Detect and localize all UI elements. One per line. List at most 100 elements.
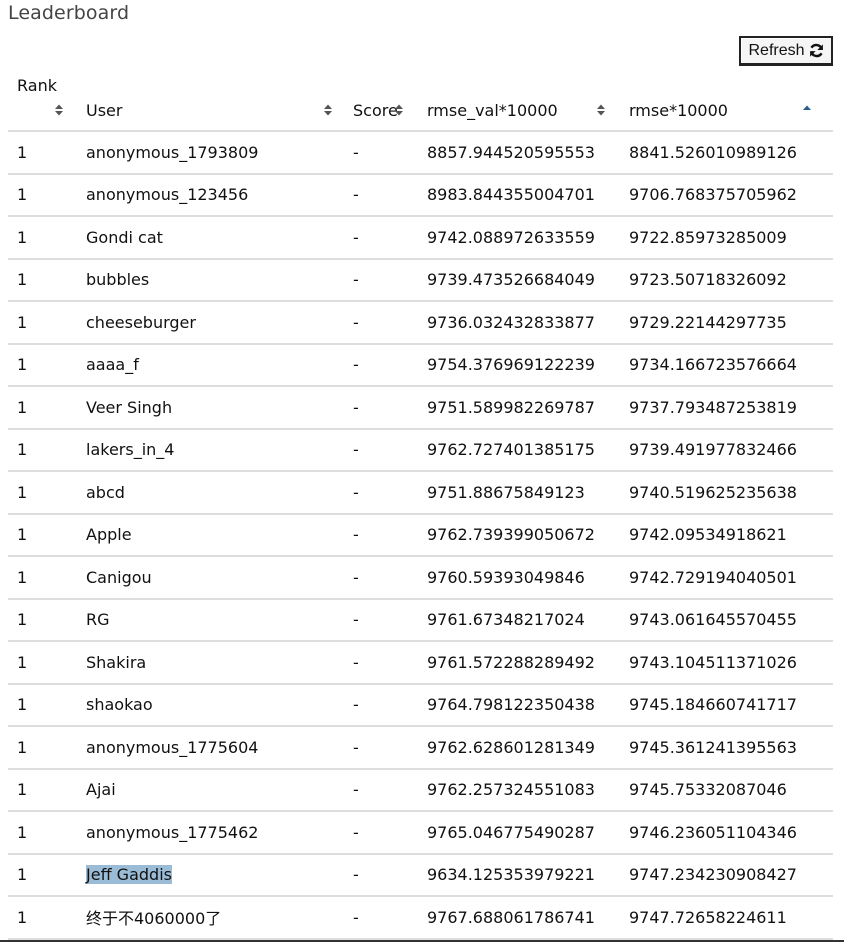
rmse-cell-text: 9742.729194040501 <box>629 567 797 587</box>
sort-unsorted-icon[interactable] <box>324 102 332 116</box>
table-row: 1 lakers_in_4 - 9762.727401385175 9739.49197… <box>8 428 833 472</box>
rmse-val-cell-text: 9742.088972633559 <box>427 227 595 247</box>
refresh-button-label: Refresh <box>748 41 805 59</box>
rmse-cell: 9729.22144297735 <box>621 301 833 345</box>
table-row: 1 anonymous_123456 - 8983.844355004701 9706.… <box>8 173 833 217</box>
score-cell: - <box>346 386 420 430</box>
score-cell-text: - <box>353 907 359 927</box>
table-row: 1 anonymous_1775462 - 9765.046775490287 9746… <box>8 811 833 855</box>
rmse-cell-text: 9742.09534918621 <box>629 525 787 545</box>
rmse-val-cell-text: 8857.944520595553 <box>427 142 595 162</box>
table-row: 1 bubbles - 9739.473526684049 9723.507183260… <box>8 258 833 302</box>
sort-unsorted-icon[interactable] <box>55 102 63 116</box>
rmse-cell-text: 9747.234230908427 <box>629 865 797 885</box>
rmse-val-cell-text: 9761.572288289492 <box>427 652 595 672</box>
table-row: 1 Jeff Gaddis - 9634.125353979221 9747.23423… <box>8 853 833 897</box>
user-cell: RG <box>78 598 346 642</box>
rmse-val-cell-text: 9634.125353979221 <box>427 865 595 885</box>
rmse-cell: 9747.234230908427 <box>621 853 833 897</box>
rmse-val-cell: 9762.628601281349 <box>420 726 621 770</box>
column-header-rank[interactable]: Rank <box>8 72 78 132</box>
rmse-cell: 9745.75332087046 <box>621 768 833 812</box>
column-header-rmse[interactable]: rmse*10000 <box>621 72 833 132</box>
rmse-cell-text: 9745.184660741717 <box>629 695 797 715</box>
table-row: 1 aaaa_f - 9754.376969122239 9734.1667235766… <box>8 343 833 387</box>
user-cell: Jeff Gaddis <box>78 853 346 897</box>
user-cell: abcd <box>78 471 346 515</box>
rank-cell: 1 <box>8 896 78 940</box>
score-cell: - <box>346 853 420 897</box>
rmse-cell: 9706.768375705962 <box>621 173 833 217</box>
user-cell: 终于不4060000了 <box>78 896 346 940</box>
column-header-rmse-val[interactable]: rmse_val*10000 <box>420 72 621 132</box>
column-header-user[interactable]: User <box>78 72 346 132</box>
rmse-cell-text: 9723.50718326092 <box>629 270 787 290</box>
rmse-val-cell: 9751.589982269787 <box>420 386 621 430</box>
rmse-cell: 9746.236051104346 <box>621 811 833 855</box>
user-cell: Gondi cat <box>78 216 346 260</box>
page-title: Leaderboard <box>8 2 130 24</box>
rank-cell: 1 <box>8 301 78 345</box>
rmse-cell-text: 9734.166723576664 <box>629 355 797 375</box>
rmse-val-cell-text: 9764.798122350438 <box>427 695 595 715</box>
user-cell-text: cheeseburger <box>86 312 196 332</box>
table-row: 1 Gondi cat - 9742.088972633559 9722.8597328… <box>8 216 833 260</box>
rmse-val-cell: 9765.046775490287 <box>420 811 621 855</box>
sort-unsorted-icon[interactable] <box>597 102 605 116</box>
rmse-val-cell: 9767.688061786741 <box>420 896 621 940</box>
score-cell: - <box>346 131 420 175</box>
score-cell: - <box>346 556 420 600</box>
leaderboard-page: Leaderboard Refresh Rank User Score rmse… <box>0 0 844 942</box>
rank-cell: 1 <box>8 386 78 430</box>
rmse-cell: 9734.166723576664 <box>621 343 833 387</box>
rank-cell: 1 <box>8 556 78 600</box>
rmse-cell-text: 9739.491977832466 <box>629 440 797 460</box>
rmse-cell-text: 9743.104511371026 <box>629 652 797 672</box>
column-header-score-label: Score <box>353 101 398 120</box>
rank-cell-text: 1 <box>17 737 28 757</box>
user-cell-text: abcd <box>86 482 125 502</box>
rmse-val-cell-text: 9736.032432833877 <box>427 312 595 332</box>
score-cell-text: - <box>353 780 359 800</box>
rmse-cell: 9742.729194040501 <box>621 556 833 600</box>
user-cell: anonymous_1775604 <box>78 726 346 770</box>
rank-cell: 1 <box>8 216 78 260</box>
rmse-val-cell: 9764.798122350438 <box>420 683 621 727</box>
rmse-val-cell-text: 9762.739399050672 <box>427 525 595 545</box>
user-cell: anonymous_1775462 <box>78 811 346 855</box>
rmse-val-cell: 9742.088972633559 <box>420 216 621 260</box>
rank-cell: 1 <box>8 598 78 642</box>
user-cell-text: 终于不4060000了 <box>86 909 222 929</box>
table-row: 1 anonymous_1775604 - 9762.628601281349 9745… <box>8 726 833 770</box>
rank-cell-text: 1 <box>17 185 28 205</box>
score-cell: - <box>346 683 420 727</box>
refresh-button[interactable]: Refresh <box>739 36 833 66</box>
sort-unsorted-icon[interactable] <box>395 102 403 116</box>
rank-cell-text: 1 <box>17 610 28 630</box>
column-header-score[interactable]: Score <box>346 72 420 132</box>
score-cell: - <box>346 428 420 472</box>
rank-cell: 1 <box>8 471 78 515</box>
sort-ascending-icon[interactable] <box>803 102 811 116</box>
rank-cell: 1 <box>8 811 78 855</box>
rmse-val-cell: 8857.944520595553 <box>420 131 621 175</box>
score-cell: - <box>346 726 420 770</box>
rank-cell: 1 <box>8 768 78 812</box>
rmse-val-cell-text: 9751.589982269787 <box>427 397 595 417</box>
score-cell-text: - <box>353 440 359 460</box>
user-cell-text: RG <box>86 610 110 630</box>
rmse-cell: 9742.09534918621 <box>621 513 833 557</box>
rank-cell-text: 1 <box>17 397 28 417</box>
rank-cell-text: 1 <box>17 695 28 715</box>
rmse-cell-text: 9745.361241395563 <box>629 737 797 757</box>
table-row: 1 Canigou - 9760.59393049846 9742.7291940405… <box>8 556 833 600</box>
user-cell: Shakira <box>78 641 346 685</box>
column-header-rank-label: Rank <box>17 76 57 95</box>
score-cell-text: - <box>353 397 359 417</box>
rank-cell-text: 1 <box>17 312 28 332</box>
rmse-val-cell: 9736.032432833877 <box>420 301 621 345</box>
rmse-val-cell: 9762.727401385175 <box>420 428 621 472</box>
rmse-cell: 9745.361241395563 <box>621 726 833 770</box>
user-cell-text: aaaa_f <box>86 355 139 375</box>
rank-cell: 1 <box>8 428 78 472</box>
